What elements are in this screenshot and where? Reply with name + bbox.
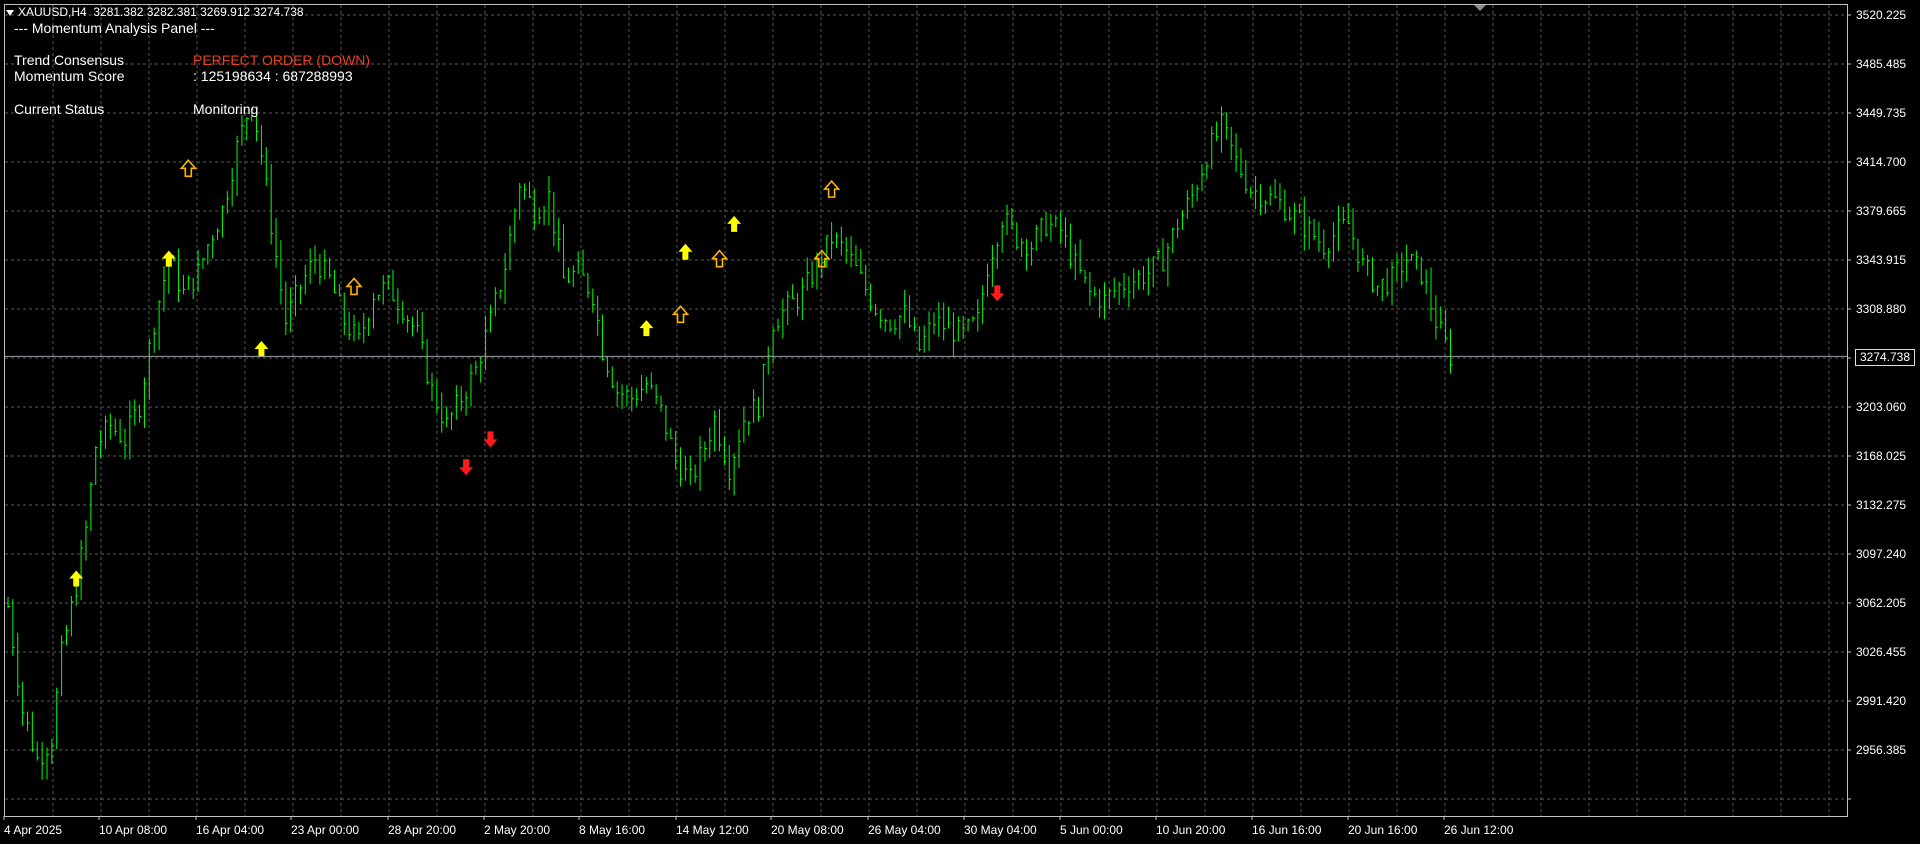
current-status-value: Monitoring — [193, 101, 259, 117]
symbol-label: XAUUSD,H4 — [18, 5, 87, 19]
price-axis-label: 3062.205 — [1856, 596, 1907, 610]
price-axis-label: 3203.060 — [1856, 400, 1907, 414]
price-axis-label: 3132.275 — [1856, 498, 1907, 512]
trend-consensus-value: PERFECT ORDER (DOWN) — [193, 52, 371, 68]
time-axis-label: 20 Jun 16:00 — [1348, 823, 1418, 837]
time-axis-label: 10 Apr 08:00 — [99, 823, 168, 837]
price-axis-label: 3026.455 — [1856, 645, 1907, 659]
chevron-down-icon[interactable] — [6, 9, 14, 16]
price-axis-label: 3168.025 — [1856, 449, 1907, 463]
time-axis-label: 26 May 04:00 — [868, 823, 941, 837]
price-axis-label: 3520.225 — [1856, 8, 1907, 22]
time-axis-label: 5 Jun 00:00 — [1060, 823, 1123, 837]
time-axis-label: 30 May 04:00 — [964, 823, 1037, 837]
price-chart[interactable] — [0, 0, 1920, 844]
ohlc-readout: 3281.382 3282.381 3269.912 3274.738 — [93, 5, 304, 19]
price-axis-label: 2956.385 — [1856, 743, 1907, 757]
trend-consensus-label: Trend Consensus — [14, 52, 124, 68]
chart-header: XAUUSD,H4 3281.382 3282.381 3269.912 327… — [6, 5, 304, 19]
price-axis-label: 3414.700 — [1856, 155, 1907, 169]
current-status-label: Current Status — [14, 101, 105, 117]
time-axis-label: 8 May 16:00 — [579, 823, 646, 837]
panel-title: --- Momentum Analysis Panel --- — [14, 20, 215, 36]
chart-background — [0, 0, 1920, 844]
price-axis-label: 3343.915 — [1856, 253, 1907, 267]
time-axis-label: 26 Jun 12:00 — [1444, 823, 1514, 837]
price-axis-label: 2991.420 — [1856, 694, 1907, 708]
price-axis-label: 3449.735 — [1856, 106, 1907, 120]
time-axis-label: 20 May 08:00 — [771, 823, 844, 837]
time-axis-label: 16 Apr 04:00 — [196, 823, 265, 837]
time-axis-label: 4 Apr 2025 — [4, 823, 63, 837]
time-axis-label: 23 Apr 00:00 — [291, 823, 360, 837]
current-price-tag: 3274.738 — [1854, 349, 1915, 366]
time-axis-label: 16 Jun 16:00 — [1252, 823, 1322, 837]
time-axis-label: 14 May 12:00 — [676, 823, 749, 837]
time-axis-label: 2 May 20:00 — [484, 823, 551, 837]
momentum-score-label: Momentum Score — [14, 68, 125, 84]
price-axis-label: 3308.880 — [1856, 302, 1907, 316]
time-axis-label: 28 Apr 20:00 — [388, 823, 457, 837]
price-axis-label: 3485.485 — [1856, 57, 1907, 71]
price-axis-label: 3379.665 — [1856, 204, 1907, 218]
time-axis-label: 10 Jun 20:00 — [1156, 823, 1226, 837]
momentum-score-value: : 125198634 : 687288993 — [193, 68, 353, 84]
price-axis-label: 3097.240 — [1856, 547, 1907, 561]
